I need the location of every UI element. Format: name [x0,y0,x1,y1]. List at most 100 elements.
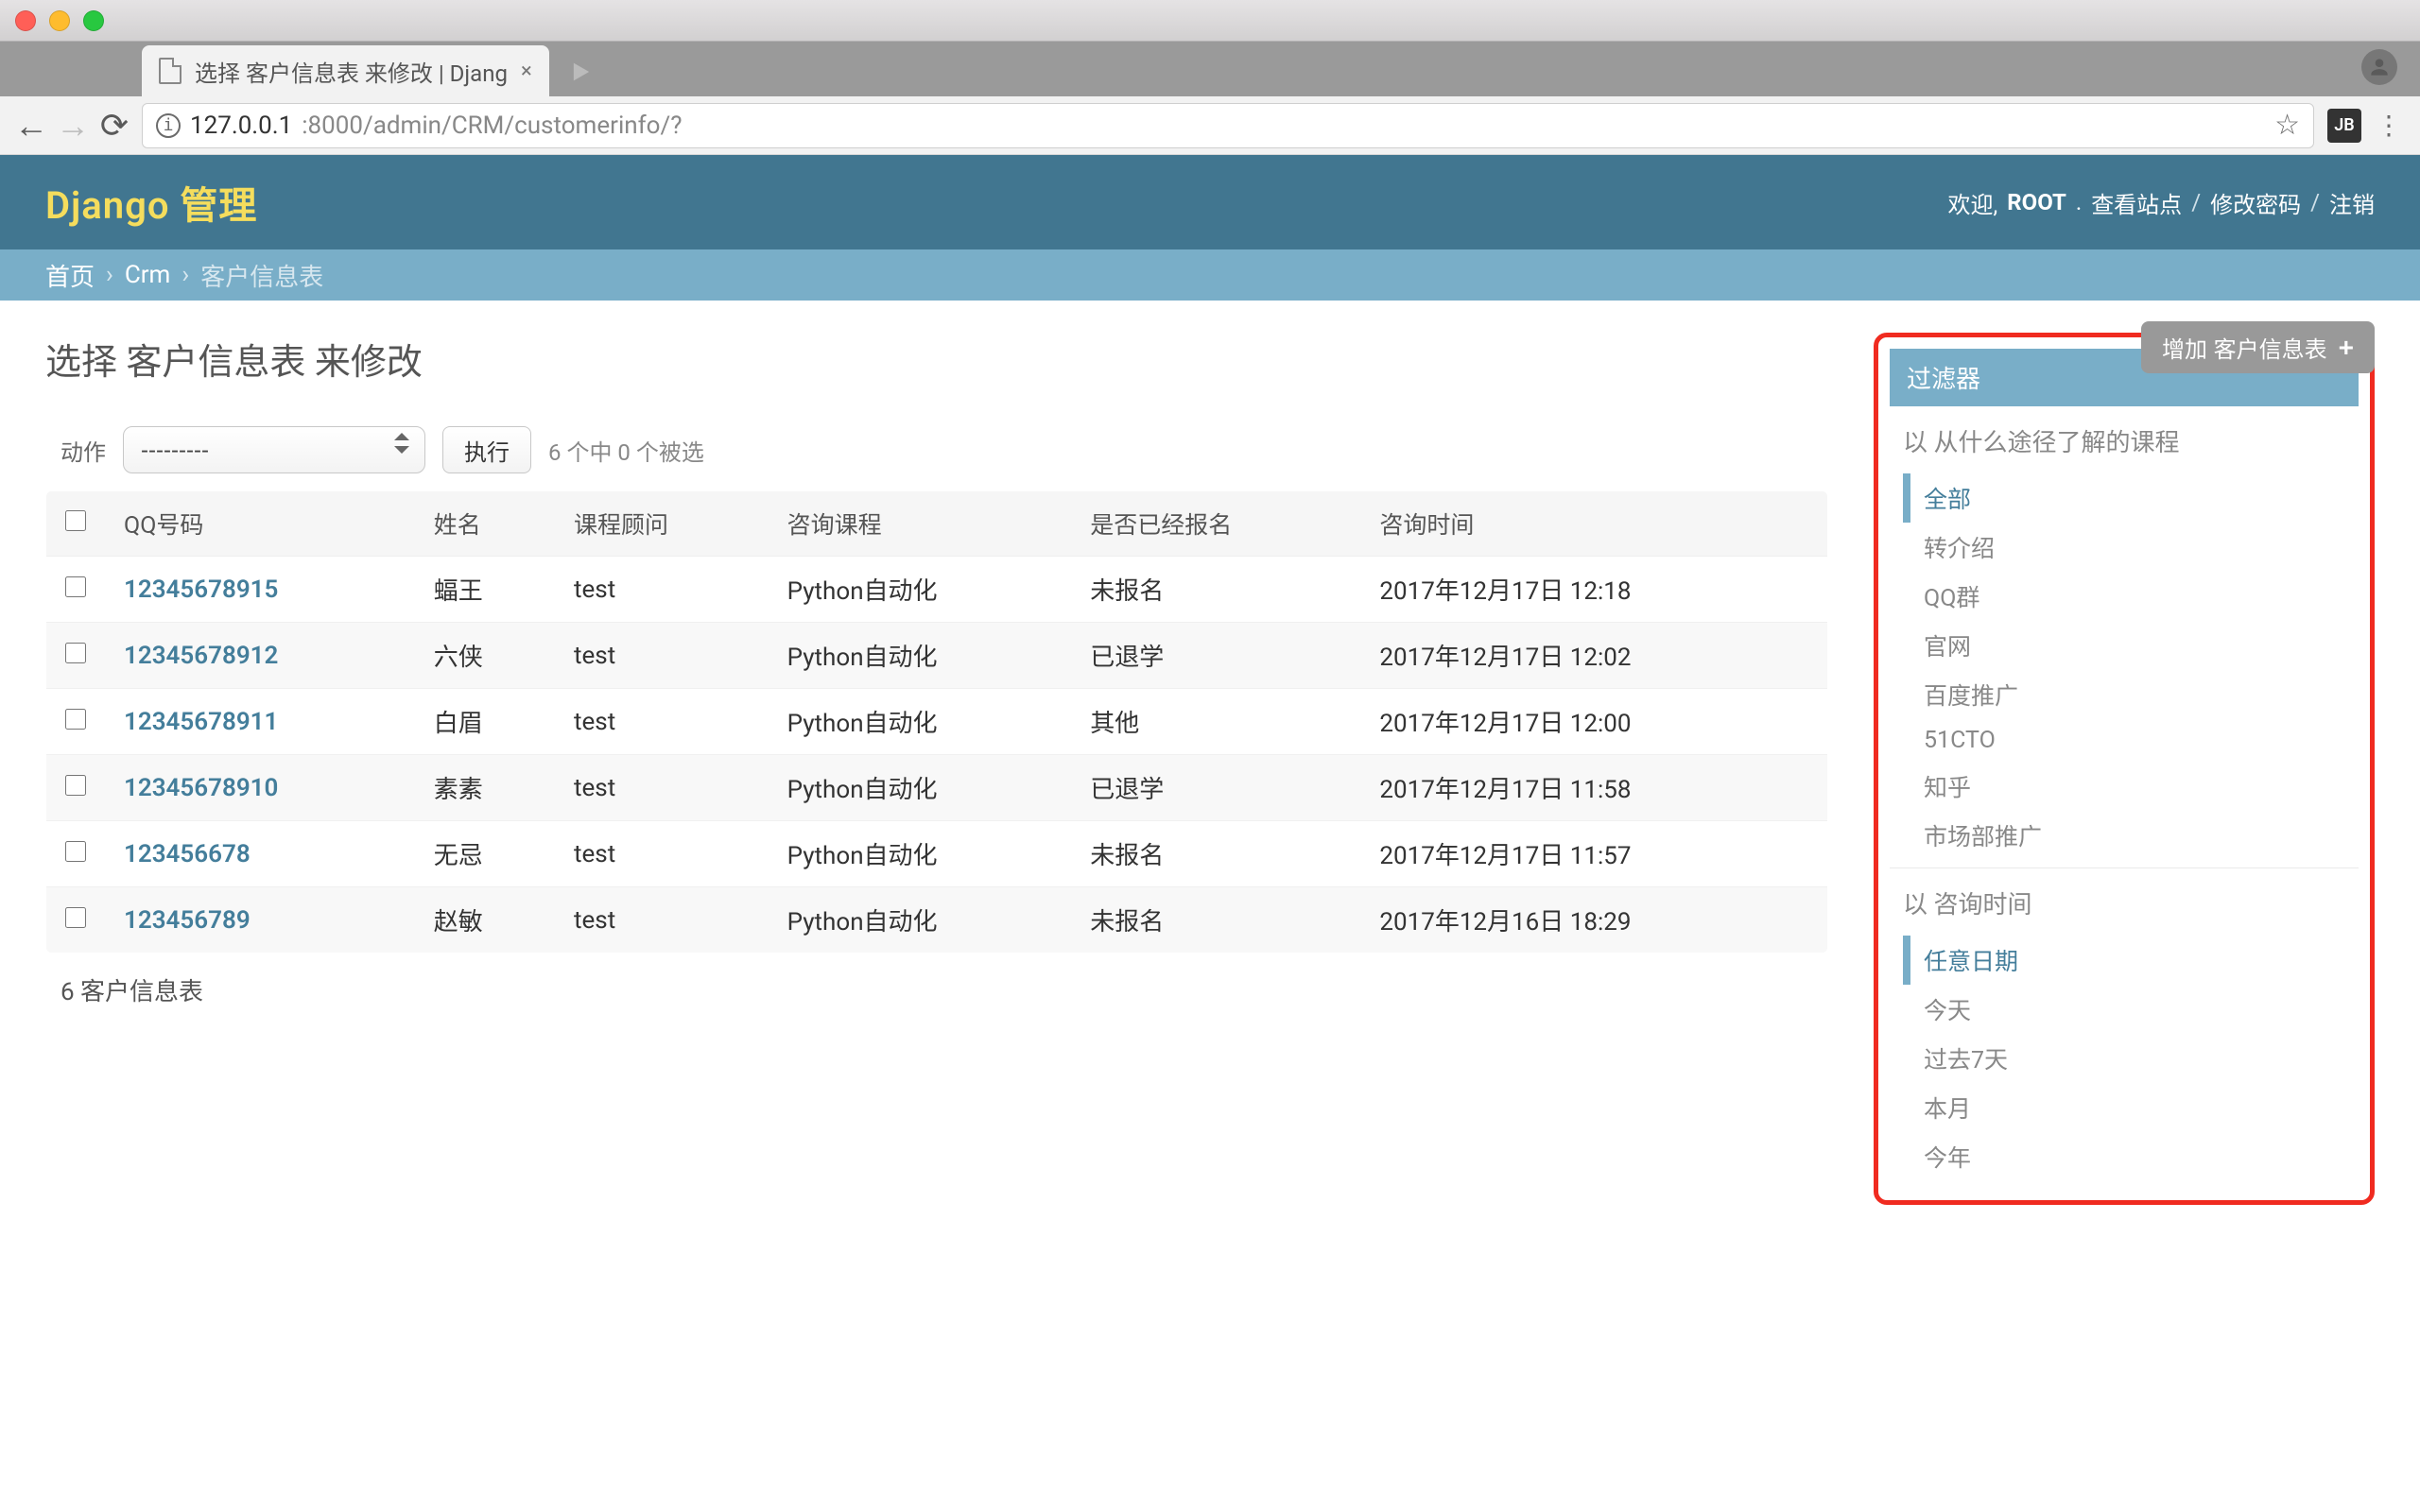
select-all-checkbox[interactable] [65,510,86,531]
welcome-text: 欢迎, [1948,186,1998,219]
window-close-button[interactable] [15,10,36,31]
new-tab-button[interactable] [562,53,600,91]
filter-item[interactable]: 市场部推广 [1903,811,2345,860]
row-checkbox[interactable] [65,709,86,730]
cell: 2017年12月17日 12:02 [1360,623,1827,689]
cell: 已退学 [1071,755,1360,821]
filter-item[interactable]: 官网 [1903,621,2345,670]
profile-avatar[interactable] [2361,49,2397,85]
document-icon [159,58,182,84]
cell: Python自动化 [769,887,1072,954]
breadcrumb-current: 客户信息表 [200,258,323,293]
site-brand[interactable]: Django 管理 [45,175,257,230]
row-checkbox[interactable] [65,907,86,928]
cell: 其他 [1071,689,1360,755]
row-link[interactable]: 123456678 [124,840,251,868]
cell: test [555,887,769,954]
table-row: 12345678911白眉testPython自动化其他2017年12月17日 … [46,689,1828,755]
user-tools: 欢迎, ROOT. 查看站点 / 修改密码 / 注销 [1948,186,2375,219]
cell: 六侠 [415,623,555,689]
column-header[interactable]: 课程顾问 [555,491,769,557]
filter-item[interactable]: 过去7天 [1903,1034,2345,1083]
column-header[interactable]: 咨询时间 [1360,491,1827,557]
cell: 无忌 [415,821,555,887]
url-path: :8000/admin/CRM/customerinfo/? [302,112,682,140]
row-checkbox[interactable] [65,841,86,862]
view-site-link[interactable]: 查看站点 [2091,186,2182,219]
page-title: 选择 客户信息表 来修改 [45,333,1828,385]
cell: test [555,623,769,689]
filter-item[interactable]: 今天 [1903,985,2345,1034]
column-header[interactable]: 咨询课程 [769,491,1072,557]
filter-item[interactable]: 转介绍 [1903,523,2345,572]
breadcrumb-app[interactable]: Crm [125,261,171,289]
close-icon[interactable]: × [521,60,532,83]
filter-item[interactable]: 任意日期 [1903,936,2345,985]
filter-item[interactable]: QQ群 [1903,572,2345,621]
filters-panel: 过滤器 以 从什么途径了解的课程全部转介绍QQ群官网百度推广51CTO知乎市场部… [1874,333,2375,1205]
table-row: 123456678无忌testPython自动化未报名2017年12月17日 1… [46,821,1828,887]
site-info-icon[interactable]: i [156,113,181,138]
filter-item[interactable]: 本月 [1903,1083,2345,1132]
row-link[interactable]: 12345678912 [124,642,278,670]
cell: Python自动化 [769,557,1072,623]
window-minimize-button[interactable] [49,10,70,31]
cell: 2017年12月17日 11:58 [1360,755,1827,821]
breadcrumb: 首页 › Crm › 客户信息表 [0,249,2420,301]
cell: 2017年12月16日 18:29 [1360,887,1827,954]
cell: 白眉 [415,689,555,755]
cell: test [555,689,769,755]
nav-reload-button[interactable]: ⟳ [100,112,129,140]
breadcrumb-home[interactable]: 首页 [45,258,95,293]
row-checkbox[interactable] [65,576,86,597]
browser-menu-button[interactable]: ⋮ [2375,110,2403,141]
row-checkbox[interactable] [65,775,86,796]
paginator: 6 客户信息表 [45,954,1828,1026]
changelist-table: QQ号码姓名课程顾问咨询课程是否已经报名咨询时间 12345678915蝠王te… [45,490,1828,954]
change-password-link[interactable]: 修改密码 [2210,186,2301,219]
add-button[interactable]: 增加 客户信息表 + [2141,321,2375,373]
filter-item[interactable]: 全部 [1903,473,2345,523]
table-row: 12345678910素素testPython自动化已退学2017年12月17日… [46,755,1828,821]
row-link[interactable]: 12345678915 [124,576,278,604]
row-link[interactable]: 12345678911 [124,708,278,736]
url-host: 127.0.0.1 [190,112,292,140]
row-link[interactable]: 12345678910 [124,774,278,802]
cell: 未报名 [1071,887,1360,954]
table-row: 123456789赵敏testPython自动化未报名2017年12月16日 1… [46,887,1828,954]
cell: 已退学 [1071,623,1360,689]
filter-item[interactable]: 百度推广 [1903,670,2345,719]
filter-heading: 以 咨询时间 [1903,885,2345,920]
cell: Python自动化 [769,755,1072,821]
column-header[interactable]: 是否已经报名 [1071,491,1360,557]
filter-item[interactable]: 知乎 [1903,762,2345,811]
page-body: Django 管理 欢迎, ROOT. 查看站点 / 修改密码 / 注销 首页 … [0,155,2420,1512]
address-bar[interactable]: i 127.0.0.1 :8000/admin/CRM/customerinfo/… [142,103,2314,148]
logout-link[interactable]: 注销 [2329,186,2375,219]
action-select-wrap[interactable]: --------- [123,426,425,473]
nav-forward-button[interactable]: → [59,112,87,140]
cell: 2017年12月17日 12:00 [1360,689,1827,755]
browser-toolbar: ← → ⟳ i 127.0.0.1 :8000/admin/CRM/custome… [0,96,2420,155]
action-bar: 动作 --------- 执行 6 个中 0 个被选 [45,426,1828,473]
row-link[interactable]: 123456789 [124,906,251,935]
row-checkbox[interactable] [65,643,86,663]
extension-icon[interactable]: JB [2327,109,2361,143]
cell: Python自动化 [769,623,1072,689]
go-button[interactable]: 执行 [442,426,531,473]
cell: Python自动化 [769,821,1072,887]
selection-count: 6 个中 0 个被选 [548,434,704,467]
nav-back-button[interactable]: ← [17,112,45,140]
bookmark-icon[interactable]: ☆ [2274,109,2300,142]
window-maximize-button[interactable] [83,10,104,31]
column-header[interactable]: 姓名 [415,491,555,557]
tab-title: 选择 客户信息表 来修改 | Djang [195,55,508,88]
select-all-header[interactable] [46,491,106,557]
cell: test [555,557,769,623]
filter-item[interactable]: 51CTO [1903,719,2345,762]
add-button-label: 增加 客户信息表 [2162,331,2327,364]
column-header[interactable]: QQ号码 [105,491,415,557]
action-select[interactable]: --------- [124,427,424,472]
filter-item[interactable]: 今年 [1903,1132,2345,1181]
browser-tab[interactable]: 选择 客户信息表 来修改 | Djang × [142,45,549,96]
